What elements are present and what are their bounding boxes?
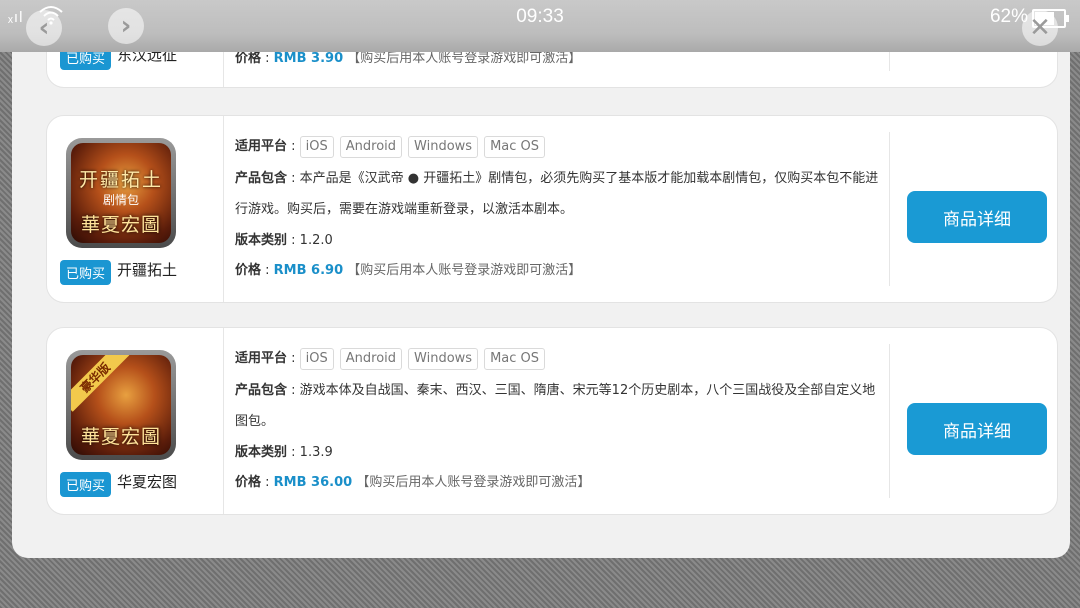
purchased-badge: 已购买 [60,472,112,497]
nav-bar [0,34,1080,52]
status-bar: ₓıl 09:33 62% [0,0,1080,34]
platform-row: 适用平台 : iOS Android Windows Mac OS [235,348,551,370]
version-row: 版本类别 : 1.2.0 [235,233,333,248]
platform-tag: Windows [408,136,479,158]
price-value: RMB 3.90 [273,51,344,66]
platform-tag: iOS [299,136,334,158]
activate-note: 【购买后用本人账号登录游戏即可激活】 [347,51,582,66]
version-value: 1.3.9 [299,445,333,460]
version-value: 1.2.0 [299,233,333,248]
product-icon[interactable]: 豪华版 華夏宏圖 [66,350,176,460]
platform-tag: Mac OS [484,348,546,370]
product-card: 开疆拓土 剧情包 華夏宏圖 已购买 开疆拓土 适用平台 : iOS Android… [46,115,1058,303]
platform-row: 适用平台 : iOS Android Windows Mac OS [235,136,551,158]
product-detail-button[interactable]: 商品详细 [907,191,1047,243]
product-icon[interactable]: 开疆拓土 剧情包 華夏宏圖 [66,138,176,248]
product-name: 华夏宏图 [117,473,178,491]
price-value: RMB 6.90 [273,263,344,278]
version-row: 版本类别 : 1.3.9 [235,445,333,460]
platform-tag: iOS [299,348,334,370]
close-icon[interactable]: ✕ [1022,10,1058,46]
product-detail-button[interactable]: 商品详细 [907,403,1047,455]
product-card: 豪华版 華夏宏圖 已购买 华夏宏图 适用平台 : iOS Android Windo… [46,327,1058,515]
platform-tag: Android [339,136,403,158]
platform-tag: Android [339,348,403,370]
product-name: 开疆拓土 [117,261,178,279]
platform-tag: Mac OS [484,136,546,158]
price-row: 价格 : RMB 6.90 【购买后用本人账号登录游戏即可激活】 [235,263,582,278]
purchased-badge: 已购买 [60,260,112,285]
contents-text: 产品包含 : 本产品是《汉武帝 ● 开疆拓土》剧情包，必须先购买了基本版才能加载… [235,171,879,217]
contents-text: 产品包含 : 游戏本体及自战国、秦末、西汉、三国、隋唐、宋元等12个历史剧本，八… [235,383,876,429]
price-value: RMB 36.00 [273,475,353,490]
price-row: 价格 : RMB 3.90 【购买后用本人账号登录游戏即可激活】 [235,51,582,66]
price-row: 价格 : RMB 36.00 【购买后用本人账号登录游戏即可激活】 [235,475,591,490]
clock: 09:33 [516,6,564,27]
activate-note: 【购买后用本人账号登录游戏即可激活】 [347,263,582,278]
product-list-panel: 已购买 东汉远征 价格 : RMB 3.90 【购买后用本人账号登录游戏即可激活… [12,0,1070,558]
platform-tag: Windows [408,348,479,370]
back-icon[interactable]: ‹ [26,10,62,46]
forward-icon[interactable]: › [108,8,144,44]
activate-note: 【购买后用本人账号登录游戏即可激活】 [356,475,591,490]
